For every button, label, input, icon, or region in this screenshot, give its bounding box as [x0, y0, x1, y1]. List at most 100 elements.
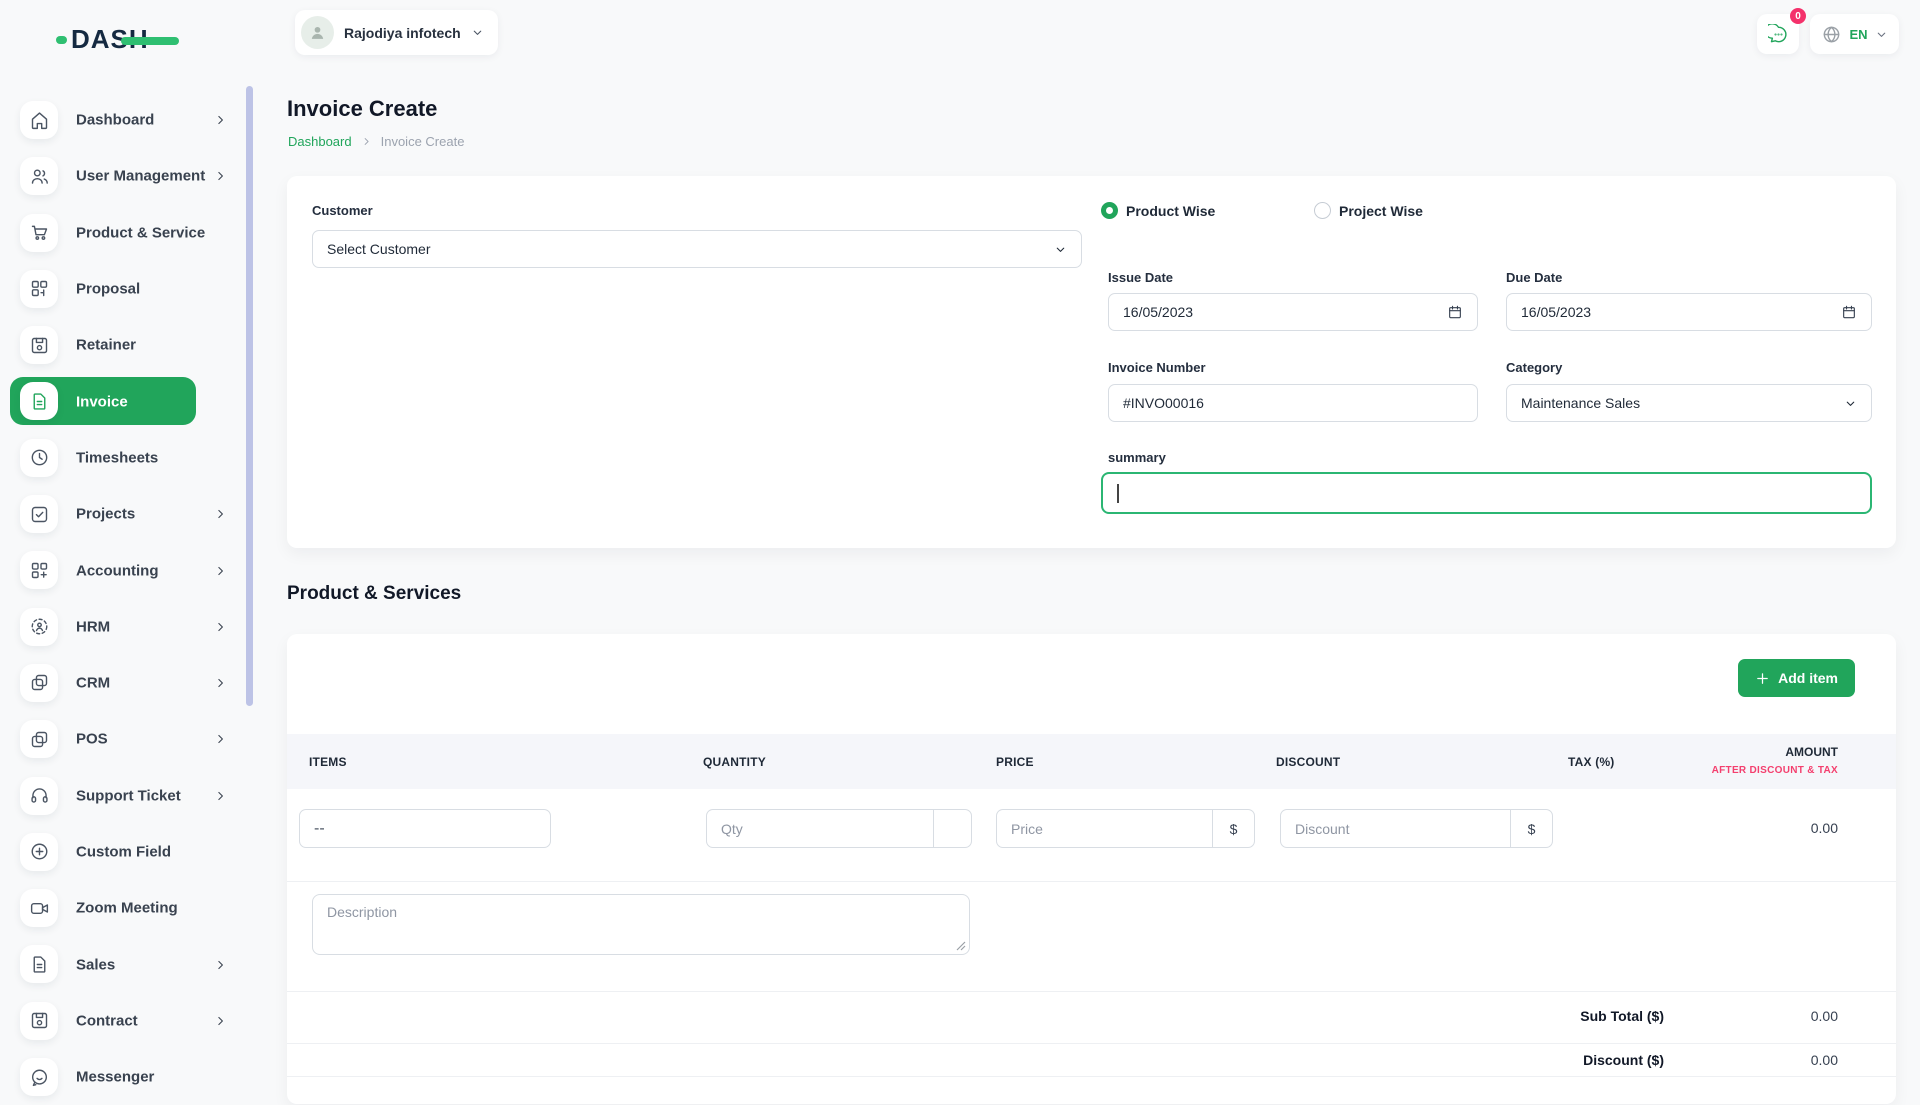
chevron-right-icon — [361, 136, 372, 147]
quantity-input[interactable] — [707, 810, 933, 847]
sidebar-item-messenger[interactable]: Messenger — [0, 1049, 250, 1105]
issue-date-input[interactable]: 16/05/2023 — [1108, 293, 1478, 331]
items-section-heading: Product & Services — [287, 583, 461, 605]
sidebar-nav: Dashboard User Management Product & Serv… — [0, 74, 250, 1105]
category-label: Category — [1506, 360, 1562, 375]
divider — [287, 1043, 1896, 1044]
divider — [287, 991, 1896, 992]
description-textarea-wrap — [312, 894, 970, 955]
col-price: PRICE — [996, 755, 1034, 769]
col-tax: TAX (%) — [1568, 755, 1615, 769]
sidebar-item-zoom-meeting[interactable]: Zoom Meeting — [0, 880, 250, 936]
chevron-right-icon — [214, 564, 227, 577]
messages-button[interactable]: 0 — [1757, 14, 1799, 54]
invoice-number-label: Invoice Number — [1108, 360, 1206, 375]
sidebar-item-timesheets[interactable]: Timesheets — [0, 430, 250, 486]
issue-date-label: Issue Date — [1108, 270, 1173, 285]
add-item-button[interactable]: Add item — [1738, 659, 1855, 697]
home-icon — [29, 110, 50, 131]
breadcrumb-current: Invoice Create — [381, 134, 465, 149]
resize-handle-icon[interactable] — [956, 941, 966, 951]
price-group: $ — [996, 809, 1255, 848]
customer-label: Customer — [312, 203, 373, 218]
headset-icon — [29, 785, 50, 806]
discount-group: $ — [1280, 809, 1553, 848]
category-select[interactable]: Maintenance Sales — [1506, 384, 1872, 422]
quantity-stepper[interactable] — [933, 810, 971, 847]
sidebar-item-proposal[interactable]: Proposal — [0, 261, 250, 317]
radio-product-wise[interactable]: Product Wise — [1101, 202, 1215, 219]
sidebar-item-accounting[interactable]: Accounting — [0, 542, 250, 598]
globe-icon — [1821, 24, 1842, 45]
sidebar-item-user-management[interactable]: User Management — [0, 148, 250, 204]
text-caret — [1117, 484, 1119, 503]
sidebar-item-contract[interactable]: Contract — [0, 993, 250, 1049]
sidebar-item-product-service[interactable]: Product & Service — [0, 205, 250, 261]
sidebar-item-custom-field[interactable]: Custom Field — [0, 824, 250, 880]
summary-label: summary — [1108, 450, 1166, 465]
workspace-selector[interactable]: Rajodiya infotech — [295, 10, 498, 55]
sidebar-scrollbar[interactable] — [246, 86, 253, 706]
save-icon — [29, 335, 50, 356]
sidebar-item-crm[interactable]: CRM — [0, 655, 250, 711]
breadcrumb: Dashboard Invoice Create — [288, 134, 464, 149]
items-card: Add item ITEMS QUANTITY PRICE DISCOUNT T… — [287, 634, 1896, 1104]
due-date-input[interactable]: 16/05/2023 — [1506, 293, 1872, 331]
discount-total-value: 0.00 — [1811, 1052, 1838, 1068]
sidebar-item-pos[interactable]: POS — [0, 711, 250, 767]
price-currency-suffix: $ — [1212, 810, 1254, 847]
breadcrumb-dashboard-link[interactable]: Dashboard — [288, 134, 352, 149]
plus-icon — [1755, 671, 1770, 686]
customer-select[interactable]: Select Customer — [312, 230, 1082, 268]
chevron-down-icon — [1875, 28, 1888, 41]
sidebar-item-dashboard[interactable]: Dashboard — [0, 92, 250, 148]
clock-icon — [29, 447, 50, 468]
description-textarea[interactable] — [313, 895, 969, 954]
sidebar-item-hrm[interactable]: HRM — [0, 599, 250, 655]
chevron-right-icon — [214, 789, 227, 802]
discount-total-label: Discount ($) — [1583, 1052, 1664, 1068]
invoice-number-input[interactable] — [1108, 384, 1478, 422]
overlap-squares-icon — [29, 672, 50, 693]
language-selector[interactable]: EN — [1810, 14, 1899, 54]
col-amount: AMOUNT AFTER DISCOUNT & TAX — [1712, 743, 1838, 776]
col-discount: DISCOUNT — [1276, 755, 1340, 769]
row-amount: 0.00 — [1811, 820, 1838, 836]
sidebar-item-support-ticket[interactable]: Support Ticket — [0, 768, 250, 824]
radio-project-wise[interactable]: Project Wise — [1314, 202, 1423, 219]
calendar-icon — [1841, 304, 1857, 320]
workspace-name: Rajodiya infotech — [344, 25, 461, 41]
chevron-down-icon — [1844, 397, 1857, 410]
chevron-right-icon — [214, 170, 227, 183]
sidebar-item-retainer[interactable]: Retainer — [0, 317, 250, 373]
subtotal-label: Sub Total ($) — [1580, 1008, 1664, 1024]
items-table-header: ITEMS QUANTITY PRICE DISCOUNT TAX (%) AM… — [287, 734, 1896, 789]
sidebar-item-invoice[interactable]: Invoice — [0, 373, 250, 429]
invoice-file-icon — [29, 391, 50, 412]
qr-grid-icon — [29, 278, 50, 299]
price-input[interactable] — [997, 810, 1212, 847]
person-dashed-circle-icon — [29, 616, 50, 637]
sidebar-item-projects[interactable]: Projects — [0, 486, 250, 542]
invoice-details-card: Customer Select Customer Product Wise Pr… — [287, 176, 1896, 548]
cart-icon — [29, 222, 50, 243]
chevron-right-icon — [214, 620, 227, 633]
messages-badge: 0 — [1790, 8, 1806, 24]
summary-textarea[interactable] — [1101, 472, 1872, 514]
item-row: -- $ $ 0.00 — [287, 789, 1896, 882]
document-icon — [29, 954, 50, 975]
chat-smile-icon — [29, 1067, 50, 1088]
overlap-squares-icon — [29, 729, 50, 750]
discount-input[interactable] — [1281, 810, 1510, 847]
sidebar-item-sales[interactable]: Sales — [0, 936, 250, 992]
users-icon — [29, 166, 50, 187]
radio-selected-icon — [1101, 202, 1118, 219]
plus-circle-icon — [29, 841, 50, 862]
quantity-group — [706, 809, 972, 848]
discount-currency-suffix: $ — [1510, 810, 1552, 847]
save-icon — [29, 1010, 50, 1031]
app-logo: DASH — [55, 22, 195, 61]
item-select[interactable]: -- — [299, 809, 551, 848]
calendar-icon — [1447, 304, 1463, 320]
col-items: ITEMS — [309, 755, 347, 769]
